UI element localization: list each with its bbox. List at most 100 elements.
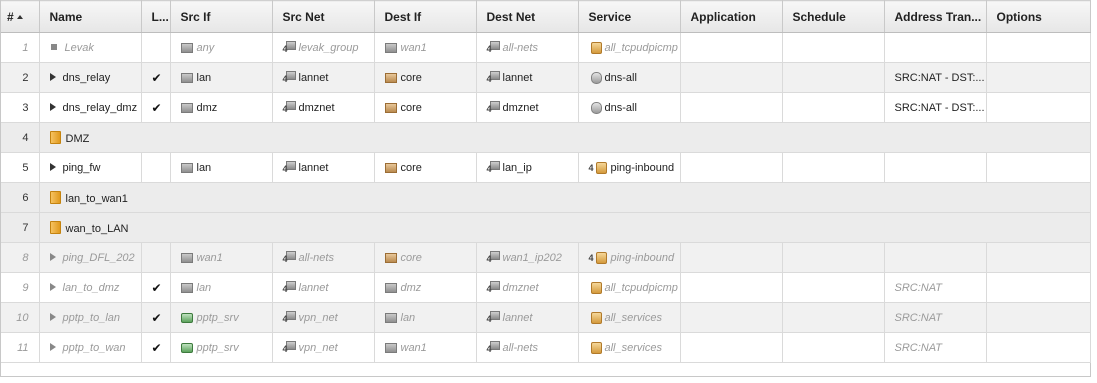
column-header-src-if[interactable]: Src If <box>170 0 273 33</box>
interface-icon <box>180 162 193 173</box>
rule-name: dns_relay_dmz <box>62 101 138 114</box>
column-header-schedule[interactable]: Schedule <box>782 0 885 33</box>
table-row[interactable]: 1 Levak anylevak_groupwan1all-netsall_tcpu… <box>1 32 1091 63</box>
folder-icon <box>49 220 61 234</box>
service-cell: all_tcpudpicmp <box>578 272 681 303</box>
dest-net-cell: lannet <box>476 62 579 93</box>
dest-if-cell: lan <box>374 302 477 333</box>
application-cell <box>680 332 783 363</box>
src-net-cell: levak_group <box>272 32 375 63</box>
dest-if-cell: dmz <box>374 272 477 303</box>
rule-name-cell[interactable]: ping_DFL_202 <box>39 242 142 273</box>
src-if-cell: wan1 <box>170 242 273 273</box>
expand-arrow-icon[interactable] <box>49 282 56 291</box>
application-cell <box>680 152 783 183</box>
expand-arrow-icon[interactable] <box>49 252 56 261</box>
interface-icon <box>180 252 193 263</box>
rules-table-container: # Name L... Src If Src Net Dest If Dest … <box>0 0 1091 377</box>
column-header-service[interactable]: Service <box>578 0 681 33</box>
expand-arrow-icon[interactable] <box>49 102 56 111</box>
dest-if-cell: core <box>374 152 477 183</box>
rule-name: ping_DFL_202 <box>62 251 135 264</box>
folder-name-cell[interactable]: lan_to_wan1 <box>39 182 1091 213</box>
table-row[interactable]: 10 pptp_to_lan ✔ pptp_srvvpn_netlanlannetal… <box>1 302 1091 333</box>
service-cell: all_services <box>578 302 681 333</box>
service-cell: dns-all <box>578 92 681 123</box>
rule-name-cell[interactable]: pptp_to_wan <box>39 332 142 363</box>
service-icon <box>589 101 602 114</box>
log-cell: ✔ <box>141 332 171 363</box>
row-number: 10 <box>1 302 40 333</box>
service-icon <box>589 41 602 54</box>
column-header-src-net[interactable]: Src Net <box>272 0 375 33</box>
row-number: 4 <box>1 122 40 153</box>
folder-icon <box>49 130 61 144</box>
rule-name-cell[interactable]: dns_relay <box>39 62 142 93</box>
column-header-dest-net[interactable]: Dest Net <box>476 0 579 33</box>
application-cell <box>680 272 783 303</box>
folder-name-cell[interactable]: wan_to_LAN <box>39 212 1091 243</box>
folder-row[interactable]: 7 wan_to_LAN <box>1 212 1091 243</box>
options-cell <box>986 332 1091 363</box>
dest-if-cell: core <box>374 92 477 123</box>
checkmark-icon: ✔ <box>151 280 162 295</box>
src-net-cell: lannet <box>272 152 375 183</box>
application-cell <box>680 242 783 273</box>
rule-name-cell[interactable]: Levak <box>39 32 142 63</box>
expand-arrow-icon[interactable] <box>49 162 56 171</box>
table-row[interactable]: 11 pptp_to_wan ✔ pptp_srvvpn_netwan1all-net… <box>1 332 1091 363</box>
expand-arrow-icon[interactable] <box>49 342 56 351</box>
dest-net-cell: wan1_ip202 <box>476 242 579 273</box>
options-cell <box>986 242 1091 273</box>
table-row[interactable]: 2dns_relay✔lanlannetcorelannetdns-allSRC… <box>1 62 1091 93</box>
dest-net-cell: dmznet <box>476 92 579 123</box>
folder-name-cell[interactable]: DMZ <box>39 122 1091 153</box>
rule-name-cell[interactable]: dns_relay_dmz <box>39 92 142 123</box>
row-number: 7 <box>1 212 40 243</box>
network-object-icon <box>487 101 500 114</box>
core-interface-icon <box>384 162 397 173</box>
column-header-number[interactable]: # <box>1 0 40 33</box>
service-cell: ping-inbound <box>578 152 681 183</box>
column-header-name[interactable]: Name <box>39 0 142 33</box>
folder-name: lan_to_wan1 <box>65 192 128 205</box>
column-header-application[interactable]: Application <box>680 0 783 33</box>
table-row[interactable]: 5 ping_fw lanlannetcorelan_ipping-inbound <box>1 152 1091 183</box>
options-cell <box>986 62 1091 93</box>
service-icon <box>589 251 607 264</box>
interface-icon <box>180 72 193 83</box>
rule-name-cell[interactable]: ping_fw <box>39 152 142 183</box>
network-object-icon <box>283 161 296 174</box>
network-object-icon <box>487 161 500 174</box>
core-interface-icon <box>384 72 397 83</box>
checkmark-icon: ✔ <box>151 340 162 355</box>
rule-marker-icon <box>50 43 57 50</box>
options-cell <box>986 272 1091 303</box>
row-number: 6 <box>1 182 40 213</box>
dest-net-cell: all-nets <box>476 332 579 363</box>
core-interface-icon <box>384 252 397 263</box>
src-net-cell: lannet <box>272 62 375 93</box>
sort-ascending-icon <box>16 14 23 19</box>
folder-row[interactable]: 6 lan_to_wan1 <box>1 182 1091 213</box>
column-header-dest-if[interactable]: Dest If <box>374 0 477 33</box>
schedule-cell <box>782 272 885 303</box>
rule-name-cell[interactable]: lan_to_dmz <box>39 272 142 303</box>
table-row[interactable]: 3dns_relay_dmz✔dmzdmznetcoredmznetdns-al… <box>1 92 1091 123</box>
application-cell <box>680 92 783 123</box>
network-object-icon <box>487 341 500 354</box>
interface-icon <box>180 102 193 113</box>
schedule-cell <box>782 92 885 123</box>
folder-row[interactable]: 4 DMZ <box>1 122 1091 153</box>
rule-name-cell[interactable]: pptp_to_lan <box>39 302 142 333</box>
network-object-icon <box>487 41 500 54</box>
options-cell <box>986 32 1091 63</box>
expand-arrow-icon[interactable] <box>49 312 56 321</box>
table-row[interactable]: 8 ping_DFL_202 wan1all-netscorewan1_ip202p… <box>1 242 1091 273</box>
column-header-log[interactable]: L... <box>141 0 171 33</box>
row-number: 11 <box>1 332 40 363</box>
column-header-address-translation[interactable]: Address Tran... <box>884 0 987 33</box>
column-header-options[interactable]: Options <box>986 0 1091 33</box>
expand-arrow-icon[interactable] <box>49 72 56 81</box>
table-row[interactable]: 9 lan_to_dmz ✔ lanlannetdmzdmznetall_tcpudp… <box>1 272 1091 303</box>
